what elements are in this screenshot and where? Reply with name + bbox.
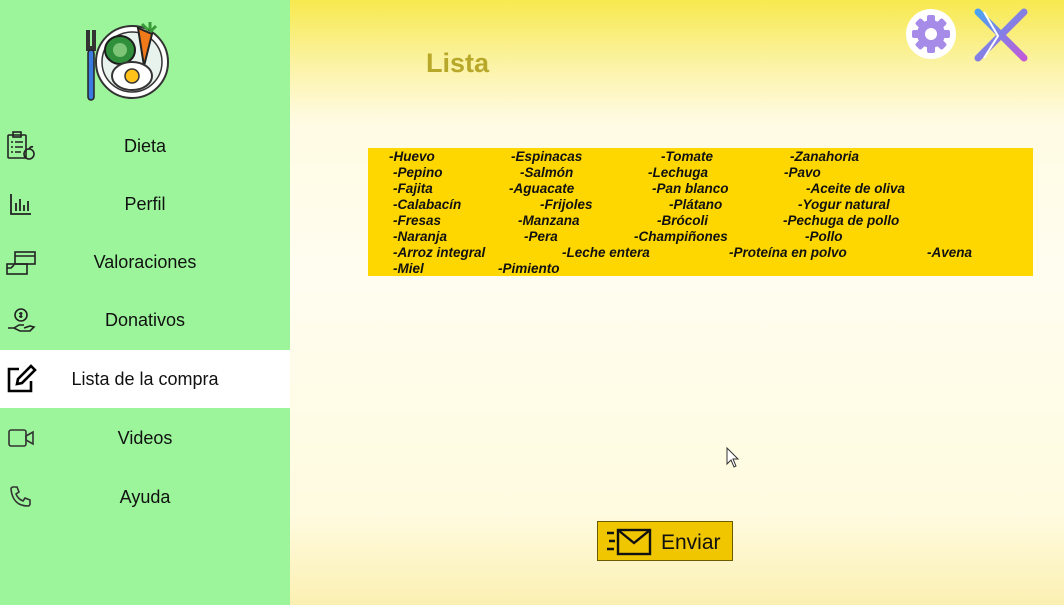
list-item: -Yogur natural [798,197,890,212]
sidebar-item-ayuda[interactable]: Ayuda [0,468,290,526]
shopping-list: -Huevo -Espinacas -Tomate -Zanahoria -Pe… [368,148,1033,276]
sidebar-item-videos[interactable]: Videos [0,409,290,467]
list-item: -Pollo [805,229,843,244]
list-item: -Aguacate [509,181,575,196]
list-item: -Pimiento [498,261,560,276]
sidebar-item-donativos[interactable]: Donativos [0,291,290,349]
list-item: -Avena [927,245,973,260]
sidebar-item-lista-de-la-compra[interactable]: Lista de la compra [0,350,290,408]
list-item: -Fajita [393,181,433,196]
donation-hand-icon [5,304,37,336]
gear-icon[interactable] [905,8,957,60]
list-item: -Aceite de oliva [806,181,906,196]
list-item: -Brócoli [657,213,709,228]
sidebar-item-label: Valoraciones [93,251,197,272]
list-item: -Zanahoria [790,149,860,164]
page-title: Lista [426,48,490,78]
mouse-cursor-icon [726,447,740,468]
video-camera-icon [5,422,37,454]
list-item: -Salmón [520,165,574,180]
sidebar-item-label: Ayuda [119,486,171,507]
rating-box-icon [5,246,37,278]
sidebar-item-label: Lista de la compra [71,368,219,389]
list-item: -Lechuga [648,165,709,180]
sidebar-item-label: Donativos [104,309,186,330]
list-item: -Champiñones [634,229,728,244]
sidebar-item-label: Perfil [124,193,166,214]
food-plate-logo [86,22,169,101]
list-item: -Huevo [389,149,435,164]
sidebar: Dieta Perfil Valoraciones Donativos List… [0,0,290,605]
list-item: -Pan blanco [652,181,729,196]
sidebar-item-dieta[interactable]: Dieta [0,117,290,175]
send-button[interactable]: Enviar [597,521,733,561]
sidebar-item-perfil[interactable]: Perfil [0,175,290,233]
list-item: -Plátano [669,197,723,212]
main-content: Lista -Huevo -Espinacas -Tomate -Zanahor… [290,0,1064,605]
close-icon[interactable] [970,6,1030,66]
list-item: -Fresas [393,213,442,228]
list-item: -Espinacas [511,149,583,164]
list-item: -Pechuga de pollo [783,213,900,228]
list-item: -Frijoles [540,197,593,212]
list-item: -Proteína en polvo [729,245,847,260]
sidebar-item-label: Dieta [123,135,167,156]
list-item: -Arroz integral [393,245,486,260]
list-item: -Pepino [393,165,443,180]
list-item: -Pera [524,229,558,244]
phone-icon [5,481,37,513]
bar-chart-icon [5,188,37,220]
list-item: -Calabacín [393,197,462,212]
mail-icon [607,528,652,556]
list-item: -Leche entera [562,245,650,260]
list-item: -Manzana [518,213,580,228]
diet-clipboard-icon [5,130,37,162]
list-item: -Pavo [784,165,821,180]
list-item: -Miel [393,261,424,276]
list-item: -Tomate [661,149,714,164]
sidebar-item-label: Videos [117,427,173,448]
list-item: -Naranja [393,229,448,244]
send-button-label: Enviar [661,531,721,554]
edit-note-icon [5,363,37,395]
sidebar-item-valoraciones[interactable]: Valoraciones [0,233,290,291]
